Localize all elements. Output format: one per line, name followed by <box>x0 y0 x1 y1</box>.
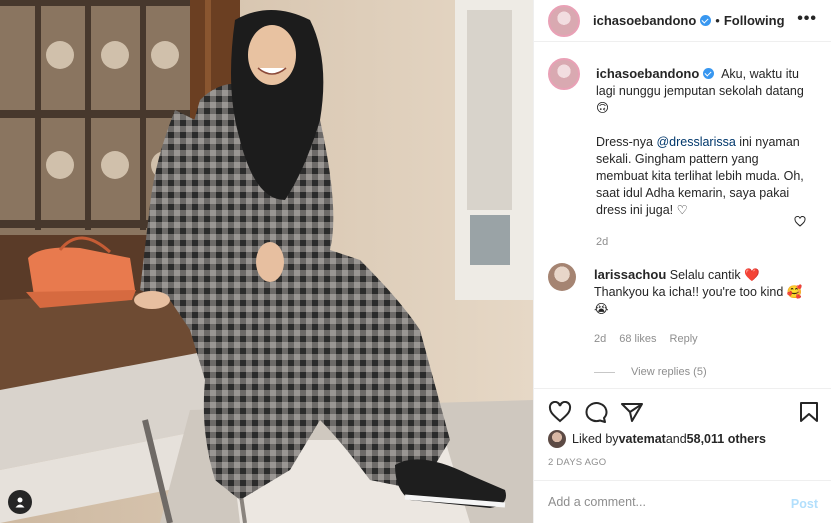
view-replies-button[interactable]: View replies (5) <box>594 366 817 378</box>
comment-time[interactable]: 2d <box>594 331 606 348</box>
separator-dot: • <box>715 13 720 28</box>
likes-middle: and <box>665 432 687 446</box>
caption: ichasoebandono Aku, waktu itu lagi nungg… <box>548 58 817 251</box>
likes-summary: Liked by vatemat and 58,011 others <box>548 430 766 448</box>
more-options-icon[interactable]: ••• <box>797 11 817 27</box>
action-bar <box>534 388 831 424</box>
replies-divider <box>594 371 615 373</box>
like-heart-icon[interactable] <box>548 401 572 423</box>
mention-link[interactable]: @dresslarissa <box>656 135 735 149</box>
post-comment-button[interactable]: Post <box>791 497 818 511</box>
caption-avatar[interactable] <box>548 58 580 90</box>
comment-bubble-icon[interactable] <box>584 401 608 423</box>
comment-meta: 2d 68 likes Reply <box>594 331 808 348</box>
comment-author[interactable]: larissachou <box>594 267 666 282</box>
author-avatar[interactable] <box>548 4 580 37</box>
post-photo[interactable] <box>0 0 533 523</box>
add-comment-bar: Post <box>534 480 831 523</box>
comment-item: larissachou Selalu cantik ❤️ Thankyou ka… <box>548 263 817 348</box>
caption-line-2-prefix: Dress-nya <box>596 135 657 149</box>
comments-list[interactable]: ichasoebandono Aku, waktu itu lagi nungg… <box>534 58 831 388</box>
caption-meta: 2d <box>596 234 810 251</box>
caption-author[interactable]: ichasoebandono <box>596 66 699 81</box>
view-replies-label: View replies (5) <box>631 366 707 378</box>
comment-body: larissachou Selalu cantik ❤️ Thankyou ka… <box>594 263 808 348</box>
caption-body: ichasoebandono Aku, waktu itu lagi nungg… <box>596 58 810 251</box>
bookmark-icon[interactable] <box>799 401 819 423</box>
comment-input[interactable] <box>548 495 778 509</box>
comment-likes[interactable]: 68 likes <box>619 331 656 348</box>
post-date[interactable]: 2 DAYS AGO <box>548 457 606 468</box>
verified-badge-icon <box>700 15 712 26</box>
following-button[interactable]: Following <box>724 13 785 28</box>
likes-count-link[interactable]: 58,011 others <box>687 432 766 446</box>
post-sidebar: ichasoebandono • Following ••• ichasoeba… <box>533 0 831 523</box>
caption-verified-icon <box>703 68 715 79</box>
author-username[interactable]: ichasoebandono <box>593 13 696 28</box>
liker-avatar[interactable] <box>548 430 566 448</box>
post-header: ichasoebandono • Following ••• <box>534 0 831 42</box>
photo-illustration <box>0 0 533 523</box>
tagged-people-button[interactable] <box>8 490 32 514</box>
comment-reply-button[interactable]: Reply <box>670 331 698 348</box>
share-plane-icon[interactable] <box>620 401 644 423</box>
likes-prefix: Liked by <box>572 432 619 446</box>
commenter-avatar[interactable] <box>548 263 576 291</box>
person-icon <box>15 497 25 508</box>
comment-like-heart-icon[interactable] <box>794 216 806 227</box>
liker-username[interactable]: vatemat <box>619 432 666 446</box>
caption-time[interactable]: 2d <box>596 234 608 251</box>
